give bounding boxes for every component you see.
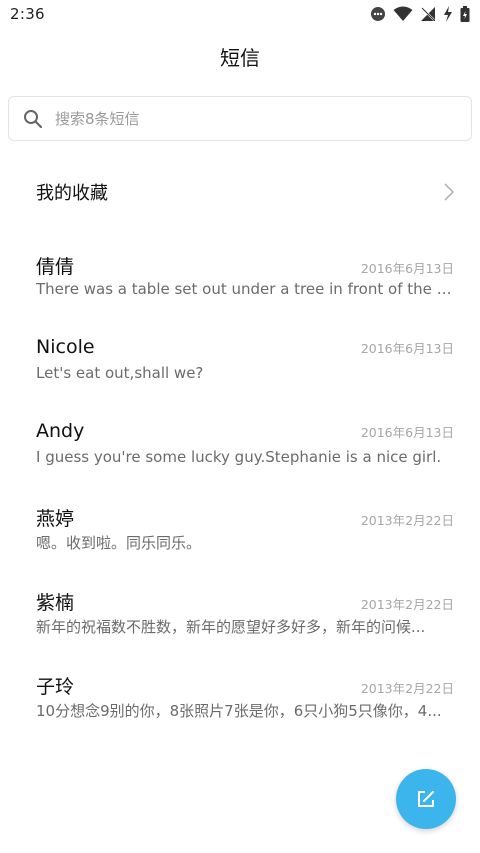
contact-name: Andy [36, 420, 85, 442]
status-icons [370, 6, 470, 22]
notification-dot-icon [371, 7, 385, 21]
messages-screen: 2:36 短信 搜索8条短信 我的收藏 倩倩 2016年6月13日 There … [0, 0, 480, 853]
message-preview: 新年的祝福数不胜数，新年的愿望好多好多，新年的问候... [36, 618, 426, 636]
message-preview: I guess you're some lucky guy.Stephanie … [36, 448, 442, 466]
status-bar: 2:36 [0, 0, 480, 28]
favorites-label: 我的收藏 [36, 183, 108, 204]
compose-icon [418, 791, 434, 807]
message-date: 2013年2月22日 [360, 513, 454, 528]
conversation-item[interactable]: Andy 2016年6月13日 I guess you're some luck… [0, 416, 480, 500]
conversation-list: 倩倩 2016年6月13日 There was a table set out … [0, 248, 480, 752]
message-date: 2013年2月22日 [360, 681, 454, 696]
message-preview: 10分想念9别的你，8张照片7张是你，6只小狗5只像你，4... [36, 702, 442, 720]
message-preview: There was a table set out under a tree i… [36, 280, 454, 298]
conversation-item[interactable]: 紫楠 2013年2月22日 新年的祝福数不胜数，新年的愿望好多好多，新年的问候.… [0, 584, 480, 668]
message-preview: 嗯。收到啦。同乐同乐。 [36, 534, 202, 552]
search-input[interactable]: 搜索8条短信 [8, 96, 472, 141]
page-title: 短信 [220, 46, 260, 70]
message-date: 2016年6月13日 [360, 341, 454, 356]
message-date: 2016年6月13日 [360, 261, 454, 276]
charging-icon [444, 6, 452, 22]
contact-name: 紫楠 [36, 592, 75, 614]
contact-name: Nicole [36, 336, 95, 358]
battery-icon [460, 6, 470, 22]
conversation-item[interactable]: 倩倩 2016年6月13日 There was a table set out … [0, 248, 480, 332]
chevron-right-icon [444, 183, 455, 201]
favorites-row[interactable]: 我的收藏 [0, 168, 480, 216]
conversation-item[interactable]: Nicole 2016年6月13日 Let's eat out,shall we… [0, 332, 480, 416]
contact-name: 燕婷 [36, 508, 75, 530]
no-signal-icon [421, 7, 435, 21]
status-time: 2:36 [10, 5, 45, 23]
conversation-item[interactable]: 燕婷 2013年2月22日 嗯。收到啦。同乐同乐。 [0, 500, 480, 584]
message-date: 2016年6月13日 [360, 425, 454, 440]
wifi-icon [393, 6, 413, 21]
message-date: 2013年2月22日 [360, 597, 454, 612]
search-placeholder: 搜索8条短信 [55, 110, 140, 128]
conversation-item[interactable]: 子玲 2013年2月22日 10分想念9别的你，8张照片7张是你，6只小狗5只像… [0, 668, 480, 752]
compose-button[interactable] [396, 769, 456, 829]
contact-name: 子玲 [36, 676, 75, 698]
contact-name: 倩倩 [36, 256, 75, 278]
message-preview: Let's eat out,shall we? [36, 364, 204, 382]
search-icon [24, 109, 43, 128]
